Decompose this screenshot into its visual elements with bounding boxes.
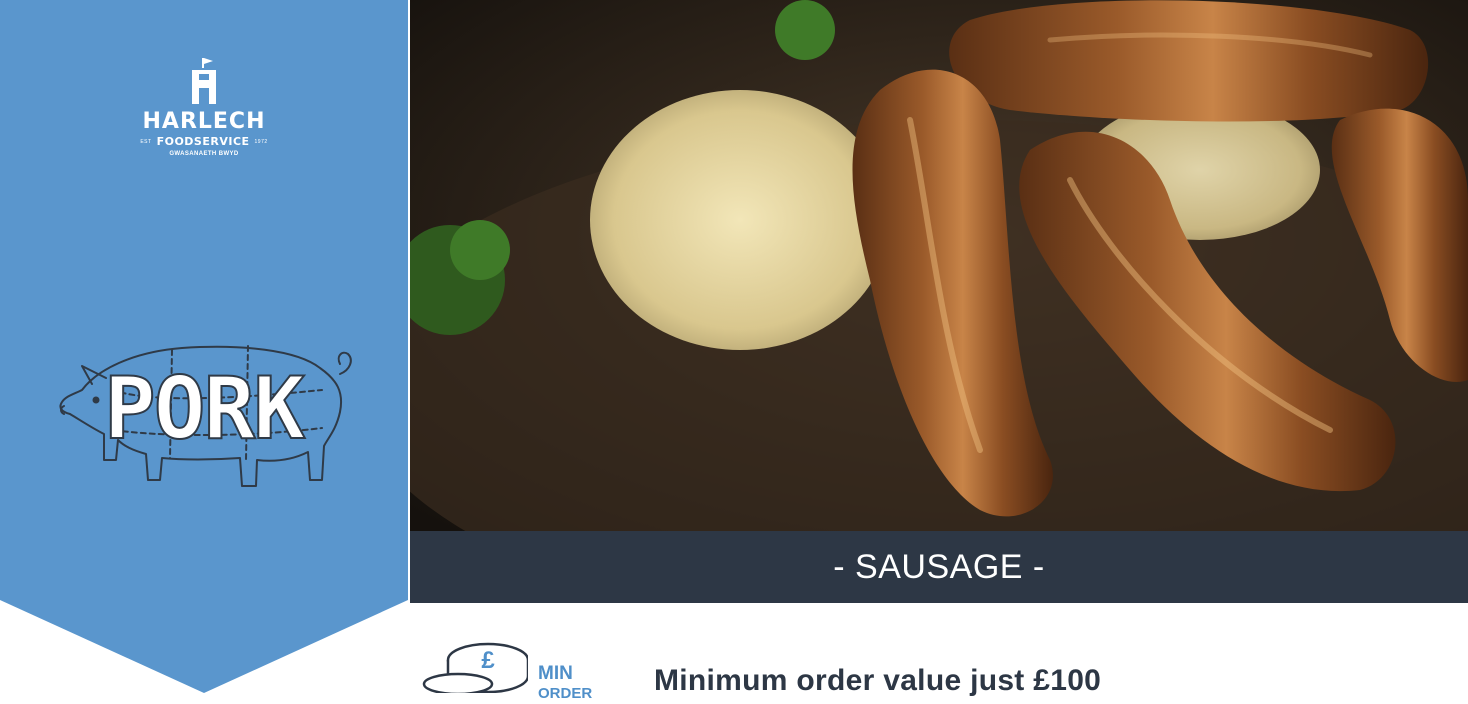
castle-logo-icon	[192, 58, 216, 104]
brand-welsh: GWASANAETH BWYD	[169, 151, 239, 157]
min-order-badge-line2: ORDER	[538, 685, 593, 702]
hero-photo	[410, 0, 1468, 531]
harlech-logo: HARLECH EST FOODSERVICE 1972 GWASANAETH …	[104, 58, 304, 159]
svg-text:£: £	[481, 647, 495, 674]
min-order-badge-line1: MIN	[538, 663, 573, 684]
brand-name: HARLECH	[142, 109, 266, 134]
category-title: PORK	[103, 359, 306, 459]
min-order-badge: MIN ORDER	[538, 664, 592, 704]
brand-division: FOODSERVICE	[156, 135, 250, 148]
brand-subline: EST FOODSERVICE 1972	[104, 135, 304, 149]
product-heading-bar: - SAUSAGE -	[410, 531, 1468, 603]
brand-year: 1972	[254, 139, 268, 145]
coin-stack-icon: £	[422, 642, 528, 693]
product-heading: - SAUSAGE -	[833, 547, 1045, 586]
brand-est: EST	[140, 139, 152, 145]
